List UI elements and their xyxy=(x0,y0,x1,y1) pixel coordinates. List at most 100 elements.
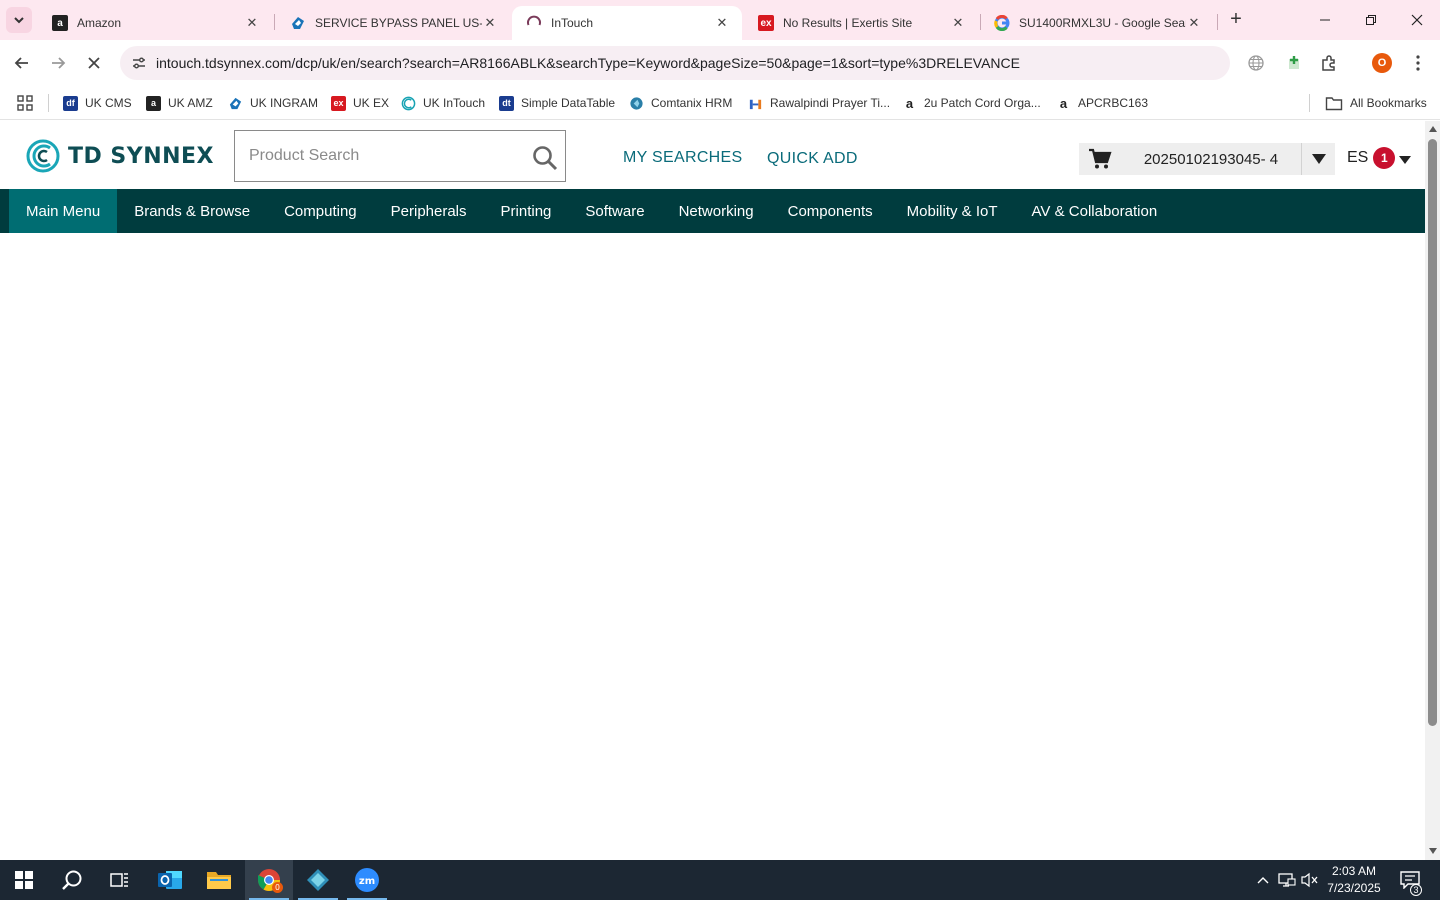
close-icon[interactable]: ✕ xyxy=(950,15,966,31)
caret-down-icon xyxy=(1399,156,1412,164)
menu-software[interactable]: Software xyxy=(568,189,661,233)
bookmark-uk-cms[interactable]: df UK CMS xyxy=(63,92,132,114)
scrollbar-thumb[interactable] xyxy=(1428,139,1437,726)
tab-google-search[interactable]: SU1400RMXL3U - Google Search ✕ xyxy=(980,6,1214,40)
cart-icon xyxy=(1079,148,1121,170)
bookmark-label: Rawalpindi Prayer Ti... xyxy=(770,96,891,110)
cart-dropdown-button[interactable] xyxy=(1301,143,1335,175)
apps-button[interactable] xyxy=(17,92,33,114)
taskbar-outlook[interactable] xyxy=(146,860,194,900)
close-window-button[interactable] xyxy=(1394,0,1440,40)
site-info-icon[interactable] xyxy=(122,55,156,71)
stop-loading-button[interactable] xyxy=(80,49,108,77)
product-search-input[interactable] xyxy=(249,147,529,165)
td-synnex-logo[interactable]: TD SYNNEX xyxy=(26,139,214,173)
tab-title: SU1400RMXL3U - Google Search xyxy=(1019,16,1186,30)
task-view-button[interactable] xyxy=(96,860,144,900)
network-status[interactable] xyxy=(1276,860,1298,900)
address-bar[interactable]: intouch.tdsynnex.com/dcp/uk/en/search?se… xyxy=(120,46,1230,80)
new-tab-button[interactable]: + xyxy=(1224,8,1248,32)
cart-selector[interactable]: 20250102193045- 4 xyxy=(1079,143,1335,175)
bookmark-label: UK CMS xyxy=(85,96,132,110)
close-icon xyxy=(88,57,100,69)
notification-count-badge: 3 xyxy=(1410,884,1422,896)
bookmark-uk-intouch[interactable]: UK InTouch xyxy=(401,92,485,114)
tab-exertis[interactable]: ex No Results | Exertis Site ✕ xyxy=(744,6,978,40)
task-view-icon xyxy=(110,873,128,887)
menu-brands-browse[interactable]: Brands & Browse xyxy=(117,189,267,233)
my-searches-link[interactable]: MY SEARCHES xyxy=(623,149,742,167)
tab-amazon[interactable]: a Amazon ✕ xyxy=(38,6,272,40)
menu-computing[interactable]: Computing xyxy=(267,189,374,233)
close-icon[interactable]: ✕ xyxy=(714,15,730,31)
start-button[interactable] xyxy=(0,860,48,900)
bookmarks-separator xyxy=(48,94,49,112)
extensions-icon[interactable] xyxy=(1318,52,1340,74)
tab-service-bypass[interactable]: SERVICE BYPASS PANEL US-MO ✕ xyxy=(276,6,510,40)
close-icon[interactable]: ✕ xyxy=(1186,15,1202,31)
folder-icon xyxy=(1325,96,1343,110)
search-icon xyxy=(62,870,82,890)
windows-taskbar: 0 zm 2:03 AM 7/23/2025 xyxy=(0,860,1440,900)
page-scrollbar[interactable] xyxy=(1425,121,1440,860)
tab-title: SERVICE BYPASS PANEL US-MO xyxy=(315,16,482,30)
forward-button[interactable] xyxy=(44,49,72,77)
user-menu[interactable]: ES 1 xyxy=(1347,147,1412,169)
menu-mobility-iot[interactable]: Mobility & IoT xyxy=(890,189,1015,233)
minimize-button[interactable] xyxy=(1302,0,1348,40)
arrow-right-icon xyxy=(52,57,66,69)
zoom-icon: zm xyxy=(355,868,379,892)
bookmark-uk-ingram[interactable]: UK INGRAM xyxy=(228,92,318,114)
taskbar-chrome[interactable]: 0 xyxy=(245,860,293,900)
taskbar-file-explorer[interactable] xyxy=(195,860,243,900)
menu-peripherals[interactable]: Peripherals xyxy=(374,189,484,233)
menu-av-collaboration[interactable]: AV & Collaboration xyxy=(1015,189,1175,233)
menu-printing[interactable]: Printing xyxy=(484,189,569,233)
url-text: intouch.tdsynnex.com/dcp/uk/en/search?se… xyxy=(156,55,1020,71)
search-icon xyxy=(533,146,558,171)
bookmark-uk-ex[interactable]: ex UK EX xyxy=(331,92,389,114)
taskbar-app-diamond[interactable] xyxy=(294,860,342,900)
bookmark-apcrbc163[interactable]: a APCRBC163 xyxy=(1056,92,1148,114)
bookmark-comtanix-hrm[interactable]: Comtanix HRM xyxy=(629,92,732,114)
extension-puzzle-plus-icon[interactable] xyxy=(1283,52,1305,74)
bookmark-uk-amz[interactable]: a UK AMZ xyxy=(146,92,213,114)
clock-date: 7/23/2025 xyxy=(1327,881,1381,895)
bookmark-simple-datatable[interactable]: dt Simple DataTable xyxy=(499,92,615,114)
profile-avatar[interactable]: O xyxy=(1372,53,1392,73)
tab-search-button[interactable] xyxy=(6,7,32,33)
search-button[interactable] xyxy=(531,144,559,172)
back-button[interactable] xyxy=(8,49,36,77)
more-menu-icon[interactable] xyxy=(1407,52,1429,74)
volume-control[interactable] xyxy=(1299,860,1321,900)
amazon-icon: a xyxy=(1059,95,1068,111)
menu-main-menu[interactable]: Main Menu xyxy=(9,189,118,233)
exertis-icon: ex xyxy=(331,95,346,111)
system-clock[interactable]: 2:03 AM 7/23/2025 xyxy=(1322,863,1386,897)
close-icon[interactable]: ✕ xyxy=(244,15,260,31)
scroll-down-arrow-icon[interactable] xyxy=(1428,846,1437,856)
cart-name: 20250102193045- 4 xyxy=(1143,150,1279,168)
restore-button[interactable] xyxy=(1348,0,1394,40)
td-synnex-logo-icon xyxy=(26,139,60,173)
restore-icon xyxy=(1366,15,1376,25)
bookmarks-separator xyxy=(1309,94,1310,112)
menu-components[interactable]: Components xyxy=(771,189,890,233)
bookmark-rawalpindi-prayer[interactable]: Rawalpindi Prayer Ti... xyxy=(748,92,890,114)
all-bookmarks-button[interactable]: All Bookmarks xyxy=(1325,92,1427,114)
bookmark-patch-cord[interactable]: a 2u Patch Cord Orga... xyxy=(902,92,1041,114)
taskbar-zoom[interactable]: zm xyxy=(343,860,391,900)
quick-add-link[interactable]: QUICK ADD xyxy=(767,150,858,168)
file-explorer-icon xyxy=(207,872,231,889)
scroll-up-arrow-icon[interactable] xyxy=(1428,124,1437,134)
menu-networking[interactable]: Networking xyxy=(662,189,771,233)
tab-separator xyxy=(1217,14,1218,30)
show-hidden-icons-button[interactable] xyxy=(1252,860,1274,900)
taskbar-search-button[interactable] xyxy=(48,860,96,900)
tab-intouch[interactable]: InTouch ✕ xyxy=(512,6,742,40)
plus-icon: + xyxy=(1230,8,1242,30)
all-bookmarks-label: All Bookmarks xyxy=(1350,96,1427,110)
datatable-icon: dt xyxy=(499,95,514,111)
translate-globe-icon[interactable] xyxy=(1245,52,1267,74)
close-icon[interactable]: ✕ xyxy=(482,15,498,31)
